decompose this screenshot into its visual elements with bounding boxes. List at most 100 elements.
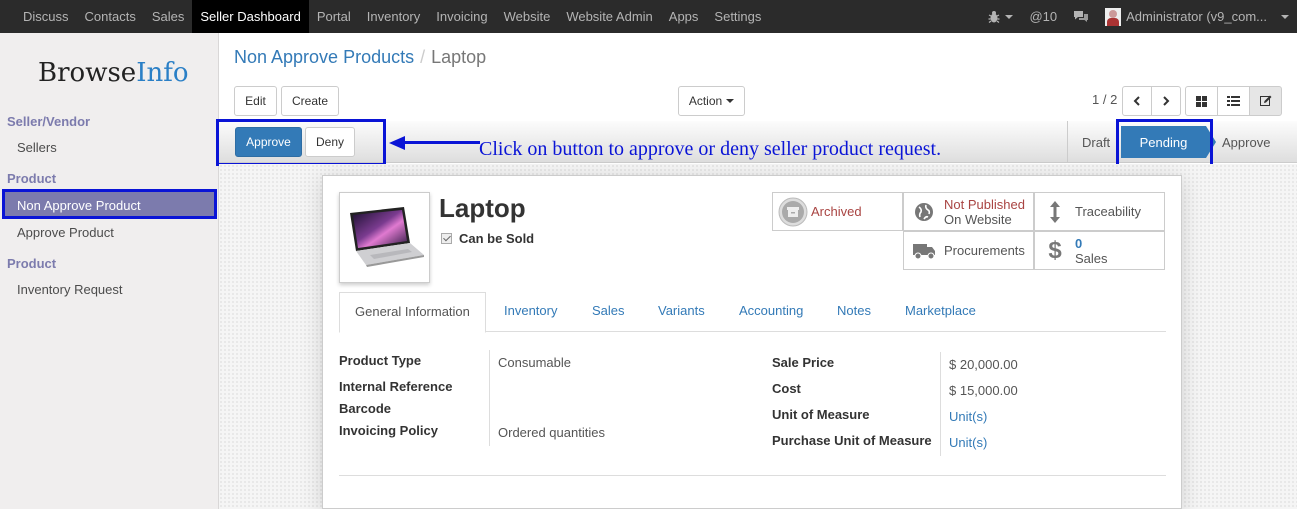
archived-label: Archived: [811, 204, 862, 219]
can-be-sold-checkbox[interactable]: [441, 233, 452, 244]
list-icon: [1227, 96, 1240, 106]
logo-text-accent: Info: [136, 58, 189, 88]
product-type-value: Consumable: [498, 355, 571, 370]
publish-status: Not Published On Website: [944, 197, 1025, 227]
on-website-label: On Website: [944, 211, 1012, 227]
tab-accounting[interactable]: Accounting: [739, 292, 803, 332]
stage-label: Draft: [1082, 134, 1111, 150]
bug-icon: [988, 11, 1000, 23]
kanban-icon: [1196, 95, 1207, 107]
activity-count: @10: [1029, 9, 1058, 24]
stage-label: Approve: [1222, 134, 1271, 150]
tab-sales[interactable]: Sales: [592, 292, 625, 332]
arrow-left-icon: [389, 136, 405, 150]
product-name: Laptop: [439, 193, 526, 223]
highlight-box: [1116, 119, 1213, 169]
list-view-button[interactable]: [1217, 86, 1250, 116]
stage-draft[interactable]: Draft: [1067, 121, 1110, 163]
sales-stat: 0 Sales: [1075, 236, 1108, 266]
field-divider: [489, 350, 490, 446]
edit-button[interactable]: Edit: [234, 86, 277, 116]
truck-icon: [904, 242, 944, 260]
activity-counter[interactable]: @10: [1021, 0, 1065, 33]
chat-icon: [1074, 11, 1089, 22]
menu-website[interactable]: Website: [496, 0, 559, 33]
pager-previous-button[interactable]: [1122, 86, 1152, 116]
sale-price-value: $ 20,000.00: [949, 357, 1018, 372]
unit-of-measure-value[interactable]: Unit(s): [949, 409, 987, 424]
can-be-sold-field: Can be Sold: [441, 231, 534, 246]
menu-inventory[interactable]: Inventory: [359, 0, 428, 33]
menu-apps[interactable]: Apps: [661, 0, 707, 33]
tab-variants[interactable]: Variants: [658, 292, 705, 332]
menu-sales[interactable]: Sales: [144, 0, 193, 33]
tab-marketplace[interactable]: Marketplace: [905, 292, 976, 332]
invoicing-policy-value: Ordered quantities: [498, 425, 605, 440]
sidebar-section-seller: Seller/Vendor: [7, 114, 91, 129]
brand-logo[interactable]: BrowseInfo: [38, 58, 188, 88]
procurements-label: Procurements: [944, 243, 1025, 258]
field-divider: [940, 352, 941, 456]
menu-contacts[interactable]: Contacts: [77, 0, 144, 33]
tab-general-information[interactable]: General Information: [339, 292, 486, 333]
chevron-left-icon: [1133, 96, 1140, 106]
breadcrumb-separator: /: [420, 47, 426, 67]
purchase-unit-of-measure-value[interactable]: Unit(s): [949, 435, 987, 450]
create-button[interactable]: Create: [281, 86, 339, 116]
cost-label: Cost: [772, 381, 801, 396]
sidebar-item-non-approve-product[interactable]: Non Approve Product: [2, 189, 217, 219]
systray: @10 Administrator (v9_com...: [980, 0, 1297, 33]
traceability-button[interactable]: Traceability: [1034, 192, 1165, 231]
section-divider: [339, 475, 1166, 476]
sales-label: Sales: [1075, 250, 1108, 266]
kanban-view-button[interactable]: [1185, 86, 1218, 116]
menu-portal[interactable]: Portal: [309, 0, 359, 33]
breadcrumb-parent[interactable]: Non Approve Products: [234, 47, 414, 67]
arrow-line: [404, 141, 480, 144]
chevron-down-icon: [726, 99, 735, 103]
sidebar: BrowseInfo Seller/Vendor Sellers Product…: [0, 33, 219, 509]
chevron-right-icon: [1163, 96, 1170, 106]
menu-website-admin[interactable]: Website Admin: [558, 0, 660, 33]
can-be-sold-label: Can be Sold: [459, 231, 535, 246]
main-menu: Discuss Contacts Sales Seller Dashboard …: [0, 0, 769, 33]
laptop-image: [350, 207, 424, 267]
action-dropdown[interactable]: Action: [678, 86, 745, 116]
archived-button[interactable]: Archived: [772, 192, 903, 231]
user-name: Administrator (v9_com...: [1126, 9, 1267, 24]
not-published-label: Not Published: [944, 196, 1025, 212]
stage-approve[interactable]: Approve: [1222, 121, 1270, 163]
globe-icon: [904, 202, 944, 222]
menu-invoicing[interactable]: Invoicing: [428, 0, 495, 33]
logo-text: Browse: [38, 58, 137, 88]
chevron-down-icon: [1005, 14, 1014, 19]
highlight-box: [216, 119, 386, 166]
sidebar-item-approve-product[interactable]: Approve Product: [17, 225, 114, 240]
sidebar-item-sellers[interactable]: Sellers: [17, 140, 57, 155]
product-type-label: Product Type: [339, 353, 422, 368]
procurements-button[interactable]: Procurements: [903, 231, 1034, 270]
dollar-icon: $: [1048, 236, 1062, 264]
website-publish-button[interactable]: Not Published On Website: [903, 192, 1034, 231]
menu-seller-dashboard[interactable]: Seller Dashboard: [192, 0, 309, 33]
cost-value: $ 15,000.00: [949, 383, 1018, 398]
pager-next-button[interactable]: [1151, 86, 1181, 116]
debug-menu[interactable]: [980, 0, 1021, 33]
chevron-down-icon: [1281, 14, 1289, 19]
chat-menu[interactable]: [1065, 0, 1097, 33]
avatar: [1105, 7, 1122, 26]
user-menu[interactable]: Administrator (v9_com...: [1097, 0, 1297, 33]
sales-count-button[interactable]: $ 0 Sales: [1034, 231, 1165, 270]
pager-value[interactable]: 1 / 2: [1092, 92, 1117, 107]
tab-notes[interactable]: Notes: [837, 292, 871, 332]
menu-discuss[interactable]: Discuss: [15, 0, 77, 33]
main-content: Non Approve Products / Laptop Edit Create …: [216, 33, 1297, 509]
sidebar-section-product-2: Product: [7, 256, 57, 271]
form-view-button[interactable]: [1249, 86, 1282, 116]
breadcrumb: Non Approve Products / Laptop: [234, 47, 486, 68]
sidebar-item-inventory-request[interactable]: Inventory Request: [17, 282, 123, 297]
menu-settings[interactable]: Settings: [706, 0, 769, 33]
product-image[interactable]: [339, 192, 430, 283]
notebook-tabs: General Information Inventory Sales Vari…: [339, 292, 1166, 333]
tab-inventory[interactable]: Inventory: [504, 292, 557, 332]
